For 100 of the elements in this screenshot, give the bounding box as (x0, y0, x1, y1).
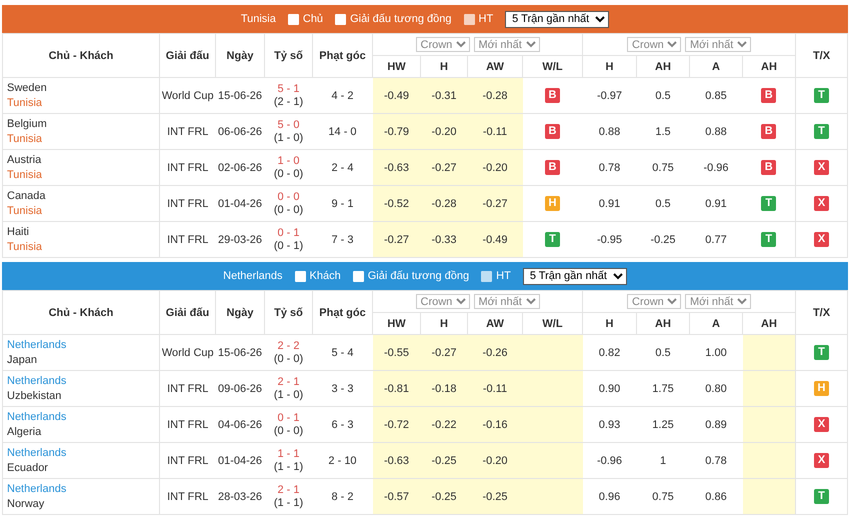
half-time-score: (1 - 0) (272, 388, 304, 402)
away-team[interactable]: Tunisia (7, 168, 155, 182)
match-count-select[interactable]: 5 Trận gần nhất (505, 10, 610, 28)
date-text: 29-03-26 (218, 234, 262, 246)
odds-value: 1.25 (652, 418, 674, 430)
away-team[interactable]: Tunisia (7, 240, 155, 254)
away-team[interactable]: Algeria (7, 424, 155, 440)
league-text: World Cup (162, 346, 214, 358)
odds-value: -0.25 (431, 454, 457, 466)
column-header: AH (742, 56, 796, 78)
odds-value: 0.5 (655, 346, 671, 358)
column-header: AH (636, 56, 690, 78)
score-text: 2 - 1 (276, 376, 300, 388)
filter-checkbox[interactable]: Giải đấu tương đồng (352, 270, 470, 282)
odds-select[interactable]: Mới nhất (474, 37, 540, 52)
corners-text: 8 - 2 (331, 490, 354, 502)
odds-value: 0.5 (655, 90, 671, 102)
corners-text: 6 - 3 (331, 418, 354, 430)
odds-select[interactable]: Crown (627, 37, 681, 52)
home-team[interactable]: Netherlands (7, 410, 155, 424)
column-header: W/L (522, 56, 582, 78)
date-text: 28-03-26 (218, 490, 262, 502)
checkbox[interactable] (288, 14, 299, 24)
home-team[interactable]: Canada (7, 188, 155, 204)
result-badge: B (761, 88, 776, 103)
odds-value: -0.11 (482, 126, 508, 138)
column-header: Giải đấu (160, 34, 216, 78)
result-badge: B (545, 124, 560, 139)
corners-text: 4 - 2 (331, 90, 354, 102)
away-team[interactable]: Uzbekistan (7, 388, 155, 404)
odds-value: -0.28 (431, 198, 457, 210)
odds-select[interactable]: Crown (416, 294, 470, 309)
result-badge: B (545, 160, 560, 175)
away-team[interactable]: Japan (7, 352, 155, 368)
home-team[interactable]: Austria (7, 152, 155, 168)
column-header: Tỷ số (264, 34, 312, 78)
odds-value: 0.96 (598, 490, 620, 502)
odds-value: -0.97 (596, 90, 622, 102)
odds-value: -0.27 (431, 346, 457, 358)
checkbox[interactable] (294, 270, 306, 282)
odds-value: -0.63 (384, 162, 410, 174)
home-team[interactable]: Netherlands (7, 374, 155, 388)
odds-select[interactable]: Crown (416, 37, 470, 52)
half-time-score: (0 - 0) (272, 168, 304, 180)
league-text: INT FRL (167, 418, 208, 430)
odds-value: -0.72 (384, 418, 410, 430)
column-header: H (582, 312, 636, 334)
away-team[interactable]: Tunisia (7, 96, 155, 110)
odds-value: -0.55 (384, 346, 410, 358)
league-text: INT FRL (167, 162, 208, 174)
odds-value: -0.27 (482, 198, 508, 210)
odds-value: -0.49 (384, 90, 410, 102)
home-team[interactable]: Haiti (7, 224, 155, 240)
away-team[interactable]: Tunisia (7, 204, 155, 218)
odds-value: 0.91 (598, 198, 620, 210)
score-text: 0 - 1 (276, 226, 300, 240)
column-header: H (420, 56, 468, 78)
odds-value: -0.25 (482, 490, 508, 502)
corners-text: 14 - 0 (328, 126, 357, 138)
checkbox[interactable] (335, 14, 346, 24)
column-header: AH (636, 312, 690, 334)
odds-value: -0.27 (384, 234, 410, 246)
result-badge: X (814, 160, 829, 175)
column-header: Ngày (216, 290, 264, 334)
filter-checkbox[interactable]: Giải đấu tương đồng (335, 13, 452, 25)
checkbox[interactable] (352, 270, 364, 282)
odds-value: 0.93 (598, 418, 620, 430)
date-text: 04-06-26 (218, 418, 262, 430)
home-team[interactable]: Netherlands (7, 446, 155, 460)
half-time-score: (0 - 1) (272, 240, 304, 252)
filter-checkbox[interactable]: Chủ (288, 13, 324, 25)
match-count-select[interactable]: 5 Trận gần nhất (522, 268, 627, 284)
away-team[interactable]: Ecuador (7, 460, 155, 476)
home-team[interactable]: Sweden (7, 80, 155, 96)
filter-checkbox[interactable]: Khách (294, 270, 341, 282)
odds-value: 0.91 (705, 198, 727, 210)
team-title: Netherlands (223, 270, 282, 282)
odds-select[interactable]: Mới nhất (685, 294, 751, 309)
away-team[interactable]: Norway (7, 496, 155, 512)
away-team[interactable]: Tunisia (7, 132, 155, 146)
score-text: 5 - 0 (276, 118, 300, 132)
odds-value: -0.33 (431, 234, 457, 246)
home-team[interactable]: Netherlands (7, 482, 155, 496)
column-header: Tỷ số (264, 290, 312, 334)
odds-value: -0.11 (482, 382, 508, 394)
odds-select[interactable]: Mới nhất (685, 37, 751, 52)
odds-value: -0.25 (650, 234, 676, 246)
result-badge: B (761, 124, 776, 139)
result-badge: X (814, 453, 829, 468)
home-team[interactable]: Netherlands (7, 338, 155, 352)
odds-select[interactable]: Crown (627, 294, 681, 309)
date-text: 15-06-26 (218, 346, 262, 358)
column-header: A (690, 312, 742, 334)
half-time-score: (0 - 0) (272, 204, 304, 216)
home-team[interactable]: Belgium (7, 116, 155, 132)
odds-value: -0.57 (384, 490, 410, 502)
odds-value: -0.49 (482, 234, 508, 246)
column-header: H (582, 56, 636, 78)
odds-select[interactable]: Mới nhất (474, 294, 540, 309)
column-header: A (690, 56, 742, 78)
